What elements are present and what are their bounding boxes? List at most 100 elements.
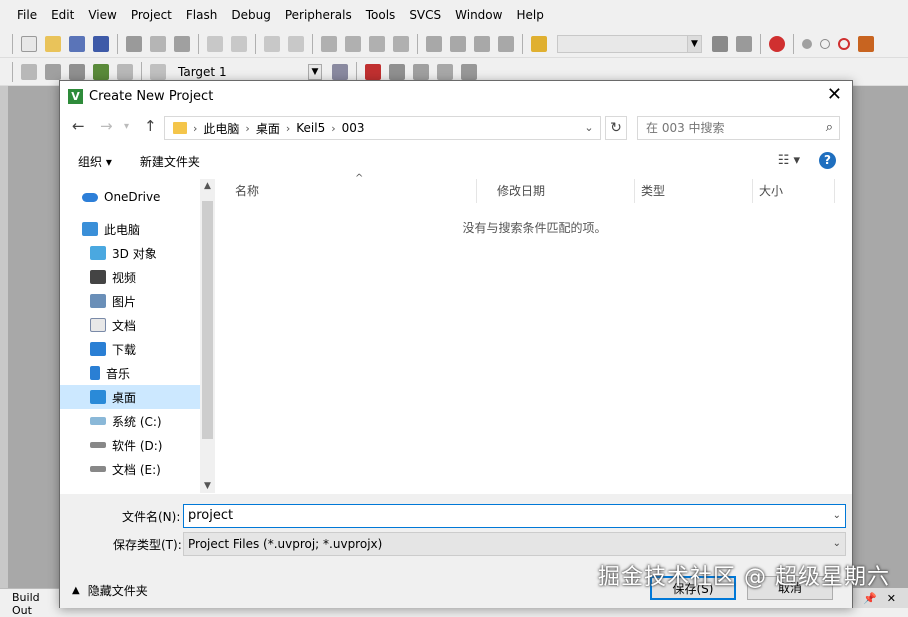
menu-flash[interactable]: Flash — [179, 0, 224, 30]
find-combo[interactable]: ▼ — [557, 34, 702, 53]
breadcrumb-keil5[interactable]: Keil5 — [296, 121, 325, 135]
nav-drive-d[interactable]: 软件 (D:) — [60, 433, 200, 457]
scroll-up-icon[interactable]: ▲ — [200, 181, 215, 191]
find-in-files-icon[interactable] — [531, 35, 547, 52]
hide-folders-toggle[interactable]: ▲ 隐藏文件夹 — [72, 582, 148, 599]
batch-build-icon[interactable] — [93, 63, 109, 80]
nav-music[interactable]: 音乐 — [60, 361, 200, 385]
breadcrumb-desktop[interactable]: 桌面 — [256, 120, 280, 137]
target-select[interactable]: Target 1 — [178, 65, 308, 79]
paste-icon[interactable] — [174, 35, 190, 52]
nav-drive-e[interactable]: 文档 (E:) — [60, 457, 200, 481]
column-size[interactable]: 大小 — [753, 179, 835, 203]
build-output-tab[interactable]: Build Out — [0, 588, 60, 617]
project-items-icon[interactable] — [389, 63, 405, 80]
pin-icon[interactable]: 📌 — [863, 592, 877, 605]
column-modified[interactable]: 修改日期 — [477, 179, 635, 203]
new-file-icon[interactable] — [21, 35, 37, 52]
refresh-icon[interactable]: ↻ — [605, 116, 627, 140]
menu-svcs[interactable]: SVCS — [402, 0, 448, 30]
filename-value[interactable]: project — [188, 508, 233, 523]
menu-peripherals[interactable]: Peripherals — [278, 0, 359, 30]
breakpoint-icon[interactable] — [802, 38, 812, 49]
nav-drive-c[interactable]: 系统 (C:) — [60, 409, 200, 433]
bookmark-next-icon[interactable] — [369, 35, 385, 52]
menu-tools[interactable]: Tools — [359, 0, 403, 30]
filetype-select[interactable]: Project Files (*.uvproj; *.uvprojx) ⌄ — [183, 532, 846, 556]
save-icon[interactable] — [69, 35, 85, 52]
nav-forward-icon[interactable] — [288, 35, 304, 52]
new-folder-button[interactable]: 新建文件夹 — [140, 153, 200, 170]
redo-icon[interactable] — [231, 35, 247, 52]
bookmark-prev-icon[interactable] — [345, 35, 361, 52]
settings-icon[interactable] — [858, 35, 874, 52]
scroll-down-icon[interactable]: ▼ — [200, 481, 215, 491]
nav-videos[interactable]: 视频 — [60, 265, 200, 289]
column-type[interactable]: 类型 — [635, 179, 753, 203]
debug-session-icon[interactable] — [769, 35, 785, 52]
back-arrow-icon[interactable]: ← — [72, 117, 85, 135]
close-icon[interactable]: ✕ — [887, 592, 896, 605]
nav-downloads[interactable]: 下载 — [60, 337, 200, 361]
configure-icon[interactable] — [736, 35, 752, 52]
environment-icon[interactable] — [461, 63, 477, 80]
nav-this-pc[interactable]: 此电脑 — [60, 217, 200, 241]
pack-installer-icon[interactable] — [413, 63, 429, 80]
build-icon[interactable] — [45, 63, 61, 80]
nav-back-icon[interactable] — [264, 35, 280, 52]
address-bar[interactable]: › 此电脑 › 桌面 › Keil5 › 003 ⌄ — [164, 116, 601, 140]
nav-documents[interactable]: 文档 — [60, 313, 200, 337]
view-options-icon[interactable]: ☷ ▾ — [778, 153, 800, 168]
copy-icon[interactable] — [150, 35, 166, 52]
scroll-thumb[interactable] — [202, 201, 213, 439]
filename-input[interactable]: project ⌄ — [183, 504, 846, 528]
breakpoint-disable-icon[interactable] — [820, 38, 830, 49]
select-packs-icon[interactable] — [437, 63, 453, 80]
save-all-icon[interactable] — [93, 35, 109, 52]
menu-edit[interactable]: Edit — [44, 0, 81, 30]
cut-icon[interactable] — [126, 35, 142, 52]
uncomment-icon[interactable] — [498, 35, 514, 52]
translate-icon[interactable] — [21, 63, 37, 80]
target-options-icon[interactable] — [332, 63, 348, 80]
manage-components-icon[interactable] — [365, 63, 381, 80]
comment-icon[interactable] — [474, 35, 490, 52]
open-file-icon[interactable] — [45, 35, 61, 52]
menu-project[interactable]: Project — [124, 0, 179, 30]
stop-build-icon[interactable] — [117, 63, 133, 80]
help-icon[interactable]: ? — [819, 152, 836, 169]
search-input[interactable] — [646, 121, 816, 135]
close-icon[interactable]: ✕ — [827, 86, 842, 104]
forward-arrow-icon[interactable]: → — [100, 117, 113, 135]
chevron-down-icon[interactable]: ⌄ — [833, 533, 841, 555]
menu-help[interactable]: Help — [509, 0, 550, 30]
nav-scrollbar[interactable]: ▲ ▼ — [200, 179, 215, 493]
chevron-down-icon[interactable]: ▼ — [687, 35, 701, 52]
download-icon[interactable] — [150, 63, 166, 80]
menu-view[interactable]: View — [81, 0, 123, 30]
organize-button[interactable]: 组织 ▾ — [78, 153, 112, 170]
menu-file[interactable]: File — [10, 0, 44, 30]
menu-debug[interactable]: Debug — [224, 0, 277, 30]
chevron-down-icon[interactable]: ▼ — [308, 63, 322, 80]
search-icon[interactable]: ⌕ — [826, 120, 833, 135]
column-name[interactable]: 名称 — [215, 179, 477, 203]
bookmark-clear-icon[interactable] — [393, 35, 409, 52]
undo-icon[interactable] — [207, 35, 223, 52]
breadcrumb-003[interactable]: 003 — [342, 121, 365, 135]
menu-window[interactable]: Window — [448, 0, 509, 30]
breakpoint-kill-icon[interactable] — [838, 37, 850, 50]
indent-icon[interactable] — [426, 35, 442, 52]
chevron-down-icon[interactable]: ⌄ — [833, 505, 841, 527]
chevron-down-icon[interactable]: ⌄ — [578, 117, 600, 139]
bookmark-icon[interactable] — [321, 35, 337, 52]
breadcrumb-this-pc[interactable]: 此电脑 — [203, 120, 239, 137]
incremental-find-icon[interactable] — [712, 35, 728, 52]
nav-desktop[interactable]: 桌面 — [60, 385, 200, 409]
up-arrow-icon[interactable]: ↑ — [144, 117, 157, 135]
unindent-icon[interactable] — [450, 35, 466, 52]
nav-3d-objects[interactable]: 3D 对象 — [60, 241, 200, 265]
nav-onedrive[interactable]: OneDrive — [60, 185, 200, 209]
recent-locations-icon[interactable]: ▾ — [124, 121, 129, 132]
nav-pictures[interactable]: 图片 — [60, 289, 200, 313]
